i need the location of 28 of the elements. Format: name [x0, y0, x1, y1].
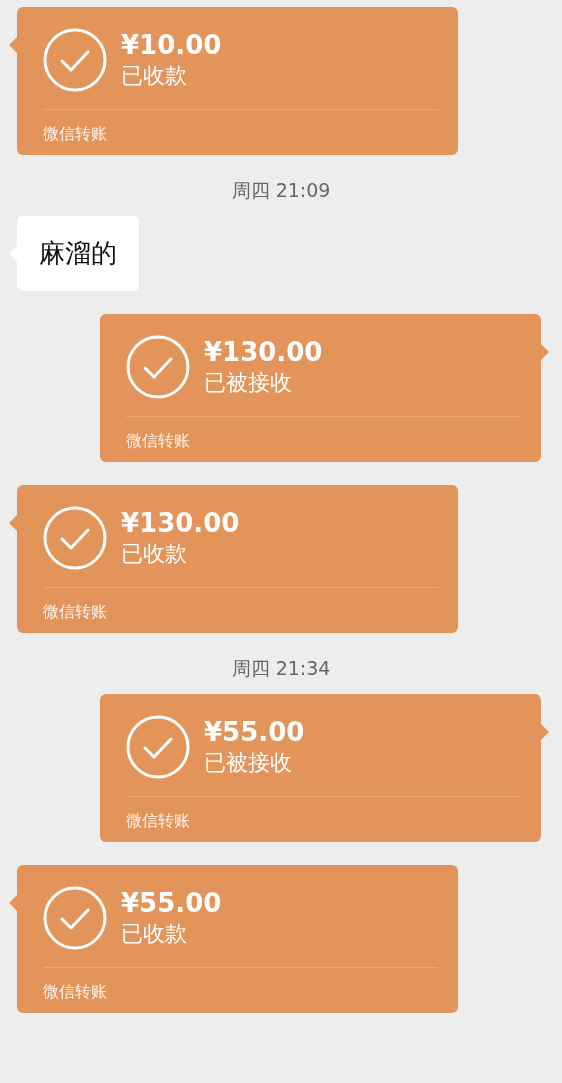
transfer-card[interactable]: ¥55.00 已被接收 微信转账: [100, 694, 541, 842]
transfer-status: 已被接收: [204, 369, 293, 397]
transfer-status: 已收款: [121, 920, 188, 948]
transfer-label: 微信转账: [43, 124, 108, 144]
transfer-label: 微信转账: [126, 431, 191, 451]
transfer-card[interactable]: ¥10.00 已收款 微信转账: [17, 7, 458, 155]
transfer-status: 已被接收: [204, 749, 293, 777]
check-circle-icon: [126, 335, 190, 399]
check-circle-icon: [43, 886, 107, 950]
transfer-card[interactable]: ¥130.00 已收款 微信转账: [17, 485, 458, 633]
transfer-card[interactable]: ¥130.00 已被接收 微信转账: [100, 314, 541, 462]
transfer-label: 微信转账: [43, 602, 108, 622]
transfer-amount: ¥55.00: [121, 887, 222, 919]
transfer-card[interactable]: ¥55.00 已收款 微信转账: [17, 865, 458, 1013]
check-circle-icon: [43, 506, 107, 570]
check-circle-icon: [43, 28, 107, 92]
transfer-amount: ¥10.00: [121, 29, 222, 61]
transfer-label: 微信转账: [126, 811, 191, 831]
timestamp: 周四 21:34: [230, 656, 332, 680]
transfer-label: 微信转账: [43, 982, 108, 1002]
timestamp: 周四 21:09: [230, 178, 332, 202]
transfer-status: 已收款: [121, 62, 188, 90]
transfer-status: 已收款: [121, 540, 188, 568]
check-circle-icon: [126, 715, 190, 779]
message-bubble: 麻溜的: [17, 216, 139, 291]
transfer-amount: ¥130.00: [121, 507, 240, 539]
transfer-amount: ¥55.00: [204, 716, 305, 748]
transfer-amount: ¥130.00: [204, 336, 323, 368]
